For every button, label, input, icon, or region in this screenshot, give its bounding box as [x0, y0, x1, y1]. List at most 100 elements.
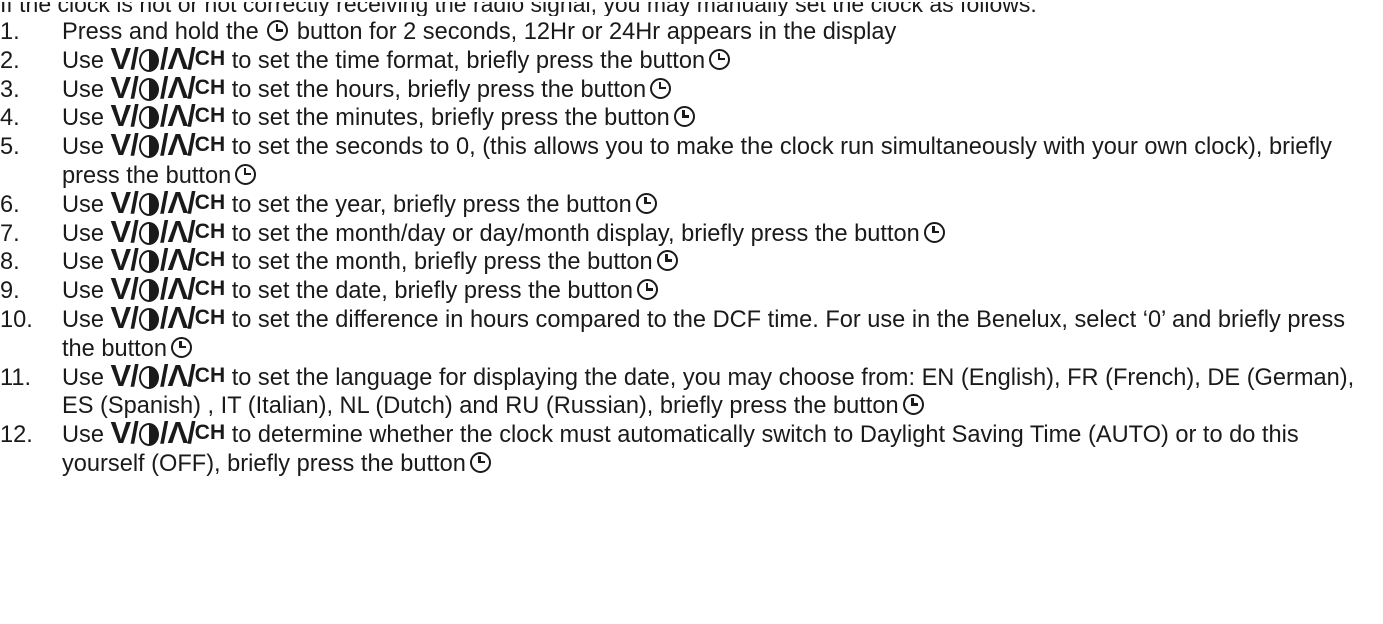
- step-text: to set the year, briefly press the butto…: [231, 191, 632, 218]
- up-arrow-icon: Λ: [167, 415, 188, 451]
- channel-label: CH: [194, 75, 226, 99]
- down-arrow-icon: V: [110, 299, 132, 335]
- use-word: Use: [62, 306, 104, 333]
- clock-icon: [635, 192, 657, 214]
- button-symbols: V//Λ/CH: [111, 216, 226, 247]
- clock-icon: [673, 106, 695, 128]
- step-10: 10. Use V//Λ/CH to set the difference in …: [0, 302, 1383, 364]
- down-arrow-icon: V: [110, 357, 132, 393]
- up-arrow-icon: Λ: [167, 357, 188, 393]
- clock-icon: [469, 451, 491, 473]
- step-9: 9. Use V//Λ/CH to set the date, briefly p…: [0, 273, 1383, 306]
- clock-icon: [637, 279, 659, 301]
- step-number: 1.: [0, 19, 20, 45]
- clock-icon: [656, 250, 678, 272]
- half-circle-icon: [138, 423, 159, 447]
- use-word: Use: [62, 47, 104, 74]
- step-number: 7.: [0, 220, 20, 247]
- step-number: 12.: [0, 422, 33, 449]
- separator: /: [159, 415, 169, 451]
- step-7: 7. Use V//Λ/CH to set the month/day or da…: [0, 216, 1383, 249]
- use-word: Use: [62, 76, 104, 103]
- step-text: to set the month/day or day/month displa…: [231, 220, 920, 247]
- step-6: 6. Use V//Λ/CH to set the year, briefly p…: [0, 187, 1383, 220]
- channel-label: CH: [194, 277, 226, 301]
- clock-icon: [650, 77, 672, 99]
- step-5: 5. Use V//Λ/CH to set the seconds to 0, (…: [0, 129, 1383, 191]
- step-number: 10.: [0, 306, 33, 333]
- separator: /: [159, 127, 169, 163]
- clock-icon: [235, 163, 257, 185]
- separator: /: [130, 415, 139, 451]
- half-circle-icon: [138, 221, 159, 245]
- step-number: 2.: [0, 47, 20, 74]
- separator: /: [159, 299, 169, 335]
- button-symbols: V//Λ/CH: [111, 244, 226, 275]
- button-symbols: V//Λ/CH: [111, 302, 226, 333]
- clock-icon: [923, 221, 945, 243]
- half-circle-icon: [138, 307, 159, 331]
- step-number: 6.: [0, 191, 20, 218]
- down-arrow-icon: V: [110, 127, 132, 163]
- button-symbols: V//Λ/CH: [111, 129, 226, 160]
- use-word: Use: [62, 278, 104, 305]
- channel-label: CH: [194, 133, 226, 157]
- step-text-after: button for 2 seconds, 12Hr or 24Hr appea…: [296, 19, 897, 45]
- step-8: 8. Use V//Λ/CH to set the month, briefly …: [0, 244, 1383, 277]
- step-text: to determine whether the clock must auto…: [62, 422, 1299, 477]
- channel-label: CH: [194, 46, 226, 70]
- step-4: 4. Use V//Λ/CH to set the minutes, briefl…: [0, 100, 1383, 133]
- step-number: 11.: [0, 364, 32, 391]
- step-number: 3.: [0, 76, 20, 103]
- separator: /: [130, 299, 139, 335]
- step-2: 2. Use V//Λ/CH to set the time format, br…: [0, 43, 1383, 76]
- step-text: to set the difference in hours compared …: [62, 306, 1346, 362]
- step-12: 12. Use V//Λ/CH to determine whether the …: [0, 417, 1383, 479]
- channel-label: CH: [194, 421, 226, 445]
- channel-label: CH: [194, 305, 226, 329]
- step-1: 1. Press and hold the button for 2 second…: [0, 18, 1383, 47]
- steps-list: 1. Press and hold the button for 2 second…: [0, 18, 1383, 479]
- button-symbols: V//Λ/CH: [111, 100, 226, 131]
- separator: /: [130, 357, 139, 393]
- step-11: 11. Use V//Λ/CH to set the language for d…: [0, 360, 1383, 422]
- use-word: Use: [62, 191, 104, 218]
- half-circle-icon: [138, 365, 159, 389]
- half-circle-icon: [138, 279, 159, 303]
- use-word: Use: [62, 364, 104, 391]
- step-number: 8.: [0, 249, 20, 276]
- half-circle-icon: [138, 106, 159, 130]
- half-circle-icon: [138, 250, 159, 274]
- intro-sentence: If the clock is not or not correctly rec…: [0, 0, 1037, 17]
- clock-icon: [902, 394, 924, 416]
- use-word: Use: [62, 134, 104, 161]
- separator: /: [159, 357, 169, 393]
- step-text: to set the hours, briefly press the butt…: [231, 76, 647, 103]
- step-text: to set the date, briefly press the butto…: [231, 278, 634, 305]
- channel-label: CH: [194, 219, 226, 243]
- clock-icon: [709, 48, 731, 70]
- channel-label: CH: [194, 248, 226, 272]
- use-word: Use: [62, 249, 104, 276]
- use-word: Use: [62, 105, 104, 132]
- button-symbols: V//Λ/CH: [111, 72, 226, 103]
- step-text: to set the language for displaying the d…: [62, 364, 1355, 420]
- step-number: 4.: [0, 105, 20, 132]
- down-arrow-icon: V: [110, 415, 132, 451]
- button-symbols: V//Λ/CH: [111, 417, 226, 448]
- step-3: 3. Use V//Λ/CH to set the hours, briefly …: [0, 72, 1383, 105]
- button-symbols: V//Λ/CH: [111, 187, 226, 218]
- button-symbols: V//Λ/CH: [111, 43, 226, 74]
- step-number: 5.: [0, 134, 20, 161]
- step-text: to set the minutes, briefly press the bu…: [231, 105, 670, 132]
- button-symbols: V//Λ/CH: [111, 360, 226, 391]
- half-circle-icon: [138, 192, 159, 216]
- up-arrow-icon: Λ: [167, 299, 188, 335]
- step-text: to set the month, briefly press the butt…: [231, 249, 653, 276]
- half-circle-icon: [138, 77, 159, 101]
- step-text: to set the time format, briefly press th…: [231, 47, 706, 74]
- use-word: Use: [62, 220, 104, 247]
- up-arrow-icon: Λ: [167, 127, 188, 163]
- half-circle-icon: [138, 135, 159, 159]
- half-circle-icon: [138, 48, 159, 72]
